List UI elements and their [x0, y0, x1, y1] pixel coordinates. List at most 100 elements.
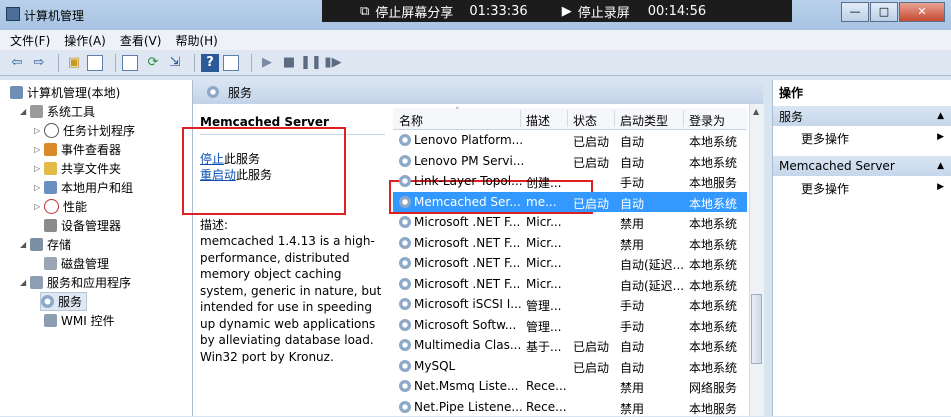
cell-name-wrap: Lenovo Platform...: [399, 133, 523, 147]
table-row[interactable]: Memcached Ser... me... 已启动 自动 本地系统: [393, 191, 747, 212]
tree-storage[interactable]: ◢ 存储: [20, 236, 71, 253]
stop-share-button[interactable]: 停止屏幕分享: [375, 2, 453, 21]
pause-icon[interactable]: ❚❚: [300, 54, 322, 72]
minimize-button[interactable]: —: [841, 2, 869, 22]
table-row[interactable]: Microsoft iSCSI I... 管理... 手动 本地系统: [393, 294, 747, 314]
properties-icon[interactable]: [122, 54, 138, 71]
cell-startup: 手动: [620, 319, 645, 334]
tree-root[interactable]: 计算机管理(本地): [10, 84, 120, 101]
expand-arrow-icon[interactable]: ▷: [34, 126, 44, 135]
column-divider[interactable]: [520, 110, 521, 127]
cell-startup: 手动: [620, 299, 645, 313]
tree-shared-folders[interactable]: ▷ 共享文件夹: [34, 160, 121, 177]
column-divider[interactable]: [567, 110, 568, 127]
tree-local-users-label: 本地用户和组: [61, 181, 134, 195]
console-tree: 计算机管理(本地) ◢ 系统工具 ▷ 任务计划程序 ▷ 事件查看器 ▷ 共享文件…: [0, 80, 193, 416]
tree-storage-label: 存储: [47, 238, 72, 252]
cell-desc: Micr...: [526, 256, 562, 270]
column-description[interactable]: 描述: [526, 112, 550, 129]
table-row[interactable]: Multimedia Clas... 基于... 已启动 自动 本地系统: [393, 335, 747, 355]
cell-startup: 自动: [620, 196, 645, 211]
column-divider[interactable]: [614, 110, 615, 127]
storage-icon: [30, 238, 43, 251]
menu-view[interactable]: 查看(V): [120, 32, 162, 49]
table-row[interactable]: Lenovo Platform... 已启动 自动 本地系统: [393, 130, 747, 150]
tree-services[interactable]: 服务: [40, 292, 88, 311]
show-hide-icon[interactable]: [223, 54, 239, 71]
scroll-up-arrow-icon[interactable]: ▲: [753, 107, 759, 116]
collapse-arrow-icon[interactable]: ◢: [20, 240, 30, 249]
collapse-arrow-icon[interactable]: ◢: [20, 278, 30, 287]
menu-help[interactable]: 帮助(H): [175, 32, 217, 49]
cell-name-wrap: Net.Pipe Listene...: [399, 400, 523, 414]
menu-action[interactable]: 操作(A): [64, 32, 106, 49]
table-row[interactable]: Microsoft .NET F... Micr... 自动(延迟... 本地系统: [393, 274, 747, 294]
actions-section-memcached[interactable]: Memcached Server ▲: [773, 156, 951, 176]
cell-desc: Micr...: [526, 235, 562, 250]
table-row[interactable]: Microsoft .NET F... Micr... 禁用 本地系统: [393, 212, 747, 232]
sort-ascending-icon: ˄: [455, 107, 460, 117]
expand-arrow-icon[interactable]: ▷: [34, 164, 44, 173]
expand-arrow-icon[interactable]: ▷: [34, 183, 44, 192]
cell-name: Microsoft .NET F...: [414, 215, 521, 229]
back-icon[interactable]: ⇦: [8, 54, 26, 72]
table-row[interactable]: Microsoft .NET F... Micr... 自动(延迟... 本地系统: [393, 253, 747, 273]
cell-name: Microsoft .NET F...: [414, 256, 521, 270]
tree-system-tools[interactable]: ◢ 系统工具: [20, 103, 95, 120]
toolbar-divider: [194, 53, 195, 72]
close-button[interactable]: ✕: [899, 2, 945, 22]
column-status[interactable]: 状态: [573, 112, 597, 129]
actions-section-services[interactable]: 服务 ▲: [773, 106, 951, 126]
restart-icon[interactable]: ▮▶: [324, 54, 342, 72]
gear-icon: [207, 86, 219, 98]
expand-arrow-icon[interactable]: ▷: [34, 145, 44, 154]
collapse-icon[interactable]: ▲: [937, 161, 944, 171]
forward-icon[interactable]: ⇨: [30, 54, 48, 72]
column-logon-as[interactable]: 登录为: [689, 112, 725, 129]
cell-name-wrap: Microsoft .NET F...: [399, 277, 523, 291]
cell-name: Memcached Ser...: [414, 194, 521, 209]
table-row[interactable]: Net.Pipe Listene... Rece... 禁用 本地服务: [393, 397, 747, 417]
gear-icon: [41, 295, 54, 308]
collapse-icon[interactable]: ▲: [937, 111, 944, 121]
stop-icon[interactable]: ■: [280, 54, 298, 72]
tree-device-manager[interactable]: 设备管理器: [44, 217, 121, 234]
table-row[interactable]: Net.Msmq Liste... Rece... 禁用 网络服务: [393, 376, 747, 396]
tree-wmi[interactable]: WMI 控件: [44, 312, 115, 329]
table-row[interactable]: Lenovo PM Servi... 已启动 自动 本地系统: [393, 151, 747, 171]
cell-logon: 网络服务: [689, 381, 738, 395]
tree-disk-management[interactable]: 磁盘管理: [44, 255, 109, 272]
tree-disk-management-label: 磁盘管理: [61, 257, 110, 271]
more-actions-2[interactable]: 更多操作: [801, 180, 849, 197]
table-row[interactable]: Microsoft .NET F... Micr... 禁用 本地系统: [393, 233, 747, 253]
maximize-button[interactable]: □: [870, 2, 898, 22]
table-row[interactable]: MySQL 已启动 自动 本地系统: [393, 356, 747, 376]
column-name[interactable]: 名称: [399, 112, 423, 129]
menu-file[interactable]: 文件(F): [10, 32, 50, 49]
tree-shared-folders-label: 共享文件夹: [61, 162, 122, 176]
cell-startup: 自动: [620, 135, 645, 149]
cell-logon: 本地系统: [689, 299, 738, 313]
scrollbar-thumb[interactable]: [751, 294, 762, 364]
column-divider[interactable]: [683, 110, 684, 127]
services-scrollbar[interactable]: ▲: [749, 104, 764, 416]
tree-performance[interactable]: ▷ 性能: [34, 198, 87, 215]
cell-name-wrap: Microsoft .NET F...: [399, 215, 523, 229]
tree-task-scheduler[interactable]: ▷ 任务计划程序: [34, 122, 135, 139]
stop-record-button[interactable]: 停止录屏: [578, 2, 630, 21]
up-icon[interactable]: ▣: [65, 54, 83, 72]
column-startup-type[interactable]: 启动类型: [620, 112, 668, 129]
more-actions-1[interactable]: 更多操作: [801, 130, 849, 147]
tree-event-viewer[interactable]: ▷ 事件查看器: [34, 141, 121, 158]
export-icon[interactable]: ⇲: [166, 54, 184, 72]
tree-services-apps[interactable]: ◢ 服务和应用程序: [20, 274, 131, 291]
collapse-arrow-icon[interactable]: ◢: [20, 107, 30, 116]
table-row[interactable]: Microsoft Softw... 管理... 手动 本地系统: [393, 315, 747, 335]
refresh-icon[interactable]: ⟳: [144, 54, 162, 72]
tree-local-users[interactable]: ▷ 本地用户和组: [34, 179, 133, 196]
table-row[interactable]: Link-Layer Topol... 创建... 手动 本地服务: [393, 171, 747, 191]
help-icon[interactable]: ?: [201, 53, 219, 72]
play-icon[interactable]: ▶: [258, 54, 276, 72]
console-tree-icon[interactable]: [87, 54, 103, 71]
expand-arrow-icon[interactable]: ▷: [34, 202, 44, 211]
